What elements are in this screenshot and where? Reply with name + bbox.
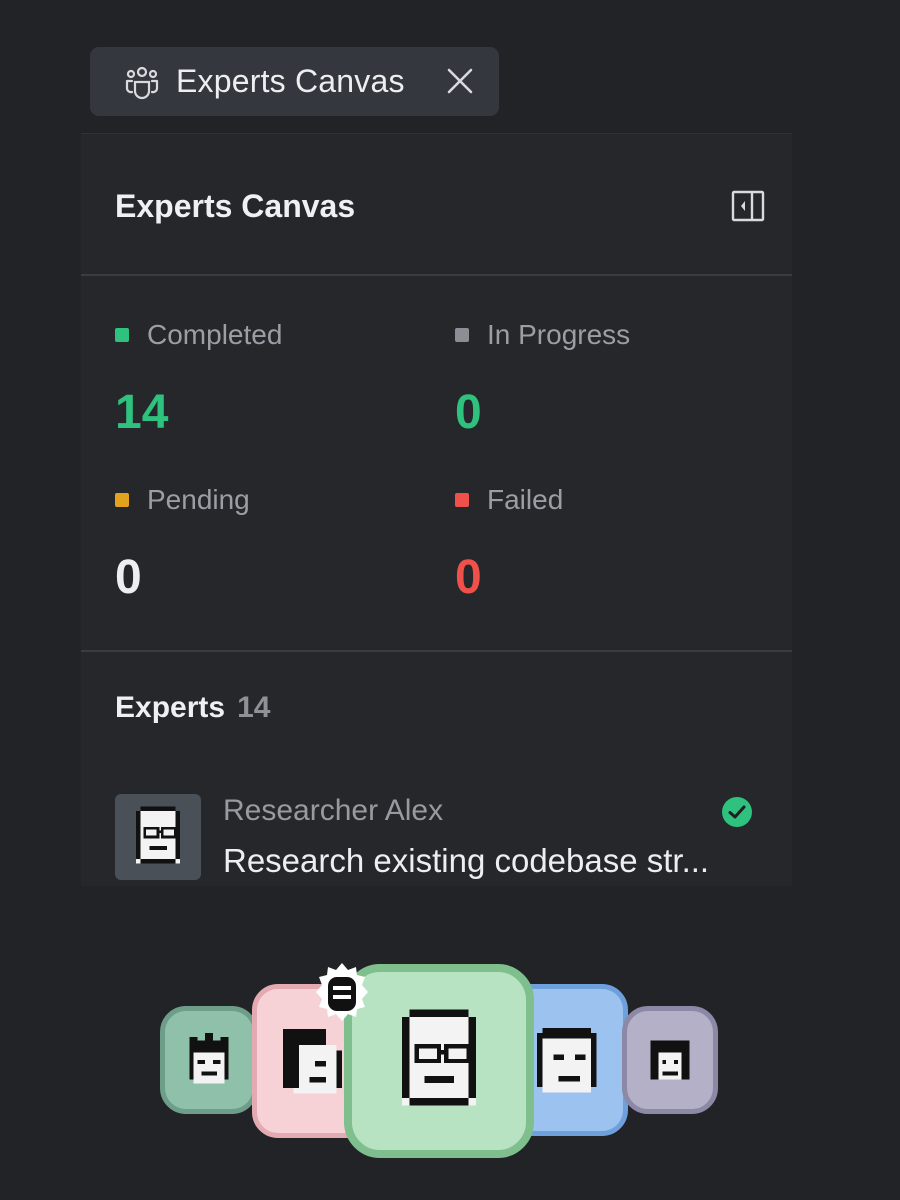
failed-dot <box>455 493 469 507</box>
stat-completed: Completed 14 <box>115 319 435 437</box>
close-icon[interactable] <box>445 66 475 96</box>
expert-task: Research existing codebase str... <box>223 842 710 879</box>
check-circle-icon <box>721 796 753 828</box>
stat-in-progress: In Progress 0 <box>455 319 775 437</box>
stat-pending: Pending 0 <box>115 484 435 602</box>
stat-value: 0 <box>455 386 482 439</box>
tab-label: Experts Canvas <box>176 63 405 99</box>
stat-label: In Progress <box>487 319 631 350</box>
experts-label: Experts <box>115 691 226 724</box>
stat-label: Completed <box>147 319 283 350</box>
stat-label: Pending <box>147 484 250 515</box>
expert-avatar-stack <box>0 900 900 1200</box>
in-progress-dot <box>455 328 469 342</box>
status-stats: Completed 14 In Progress 0 Pending 0 Fai… <box>81 276 792 652</box>
sidebar-toggle-icon[interactable] <box>731 189 765 223</box>
team-icon <box>124 64 160 100</box>
panel-title: Experts Canvas <box>115 188 356 224</box>
curly-hair-avatar[interactable] <box>622 1006 718 1114</box>
stat-value: 14 <box>115 386 169 439</box>
completed-dot <box>115 328 129 342</box>
researcher-avatar <box>115 794 201 880</box>
stat-value: 0 <box>455 551 482 604</box>
experts-section-heading: Experts 14 <box>115 691 270 725</box>
spiky-hair-avatar[interactable] <box>160 1006 258 1114</box>
expert-name: Researcher Alex <box>223 794 444 827</box>
experts-canvas-tab[interactable]: Experts Canvas <box>90 47 499 116</box>
stat-value: 0 <box>115 551 142 604</box>
experts-count: 14 <box>237 691 271 724</box>
pending-dot <box>115 493 129 507</box>
expert-row[interactable]: Researcher Alex Research existing codeba… <box>115 792 760 882</box>
panel-header: Experts Canvas <box>81 134 792 276</box>
experts-canvas-panel: Experts Canvas Completed 14 In Progress … <box>81 133 792 886</box>
stat-label: Failed <box>487 484 564 515</box>
bug-icon[interactable] <box>309 959 375 1025</box>
stat-failed: Failed 0 <box>455 484 775 602</box>
